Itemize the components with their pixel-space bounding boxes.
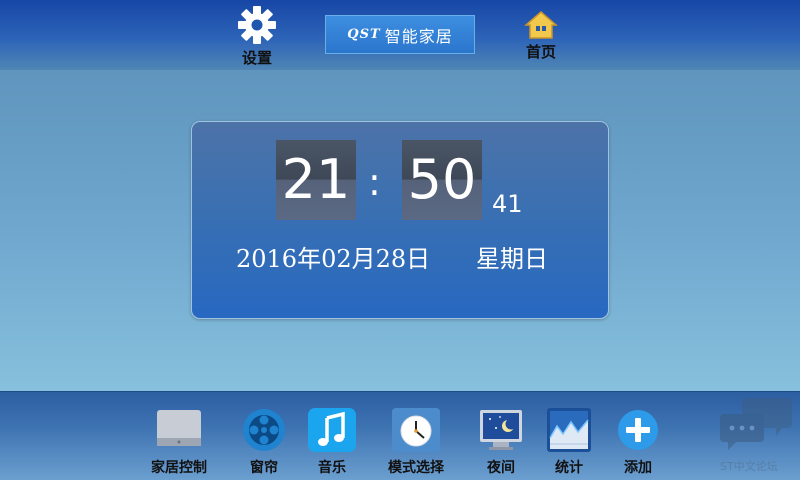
dock-label: 家居控制 (151, 460, 207, 476)
clock-icon (392, 408, 440, 452)
dock-item-statistics[interactable]: 统计 (534, 408, 604, 477)
home-button[interactable]: 首页 (516, 10, 566, 62)
brand-text: 智能家居 (384, 26, 453, 46)
night-screen-icon (480, 410, 522, 450)
brand-mark: QST (347, 27, 381, 42)
dock-item-add[interactable]: 添加 (603, 408, 673, 477)
forum-watermark: ST中文论坛 (718, 396, 796, 476)
clock-panel: 21 : 50 41 2016年02月28日 星期日 (191, 121, 609, 319)
home-label: 首页 (525, 43, 556, 61)
monitor-icon (157, 410, 201, 446)
hour-display: 21 (276, 140, 356, 220)
brand-logo: QST 智能家居 (325, 15, 475, 54)
settings-button[interactable]: 设置 (232, 4, 282, 68)
dock-label: 添加 (624, 460, 652, 476)
watermark-text: ST中文论坛 (720, 460, 778, 473)
settings-label: 设置 (241, 49, 272, 67)
time-separator: : (368, 160, 381, 204)
dock-item-music[interactable]: 音乐 (297, 408, 367, 477)
plus-icon (618, 410, 658, 450)
chart-icon (547, 408, 591, 452)
minute-display: 50 (402, 140, 482, 220)
date-display: 2016年02月28日 (236, 245, 431, 273)
chat-bubbles-icon (720, 398, 792, 450)
dock-label: 音乐 (318, 460, 346, 476)
second-display: 41 (492, 190, 523, 218)
home-icon (524, 11, 558, 39)
music-note-icon (308, 408, 356, 452)
dock-item-night[interactable]: 夜间 (466, 408, 536, 477)
bottom-dock: 家居控制 窗帘 音乐 模式选择 夜间 统计 添加 (0, 391, 800, 480)
film-reel-icon (243, 409, 285, 451)
dock-label: 夜间 (487, 460, 515, 476)
dock-item-home-control[interactable]: 家居控制 (144, 408, 214, 477)
top-bar: 设置 QST 智能家居 首页 (0, 0, 800, 70)
dock-label: 窗帘 (250, 460, 278, 476)
weekday-display: 星期日 (476, 245, 548, 273)
gear-icon (238, 6, 276, 44)
dock-item-mode-select[interactable]: 模式选择 (381, 408, 451, 477)
dock-label: 统计 (555, 460, 583, 476)
dock-label: 模式选择 (388, 460, 444, 476)
dock-item-curtain[interactable]: 窗帘 (229, 408, 299, 477)
